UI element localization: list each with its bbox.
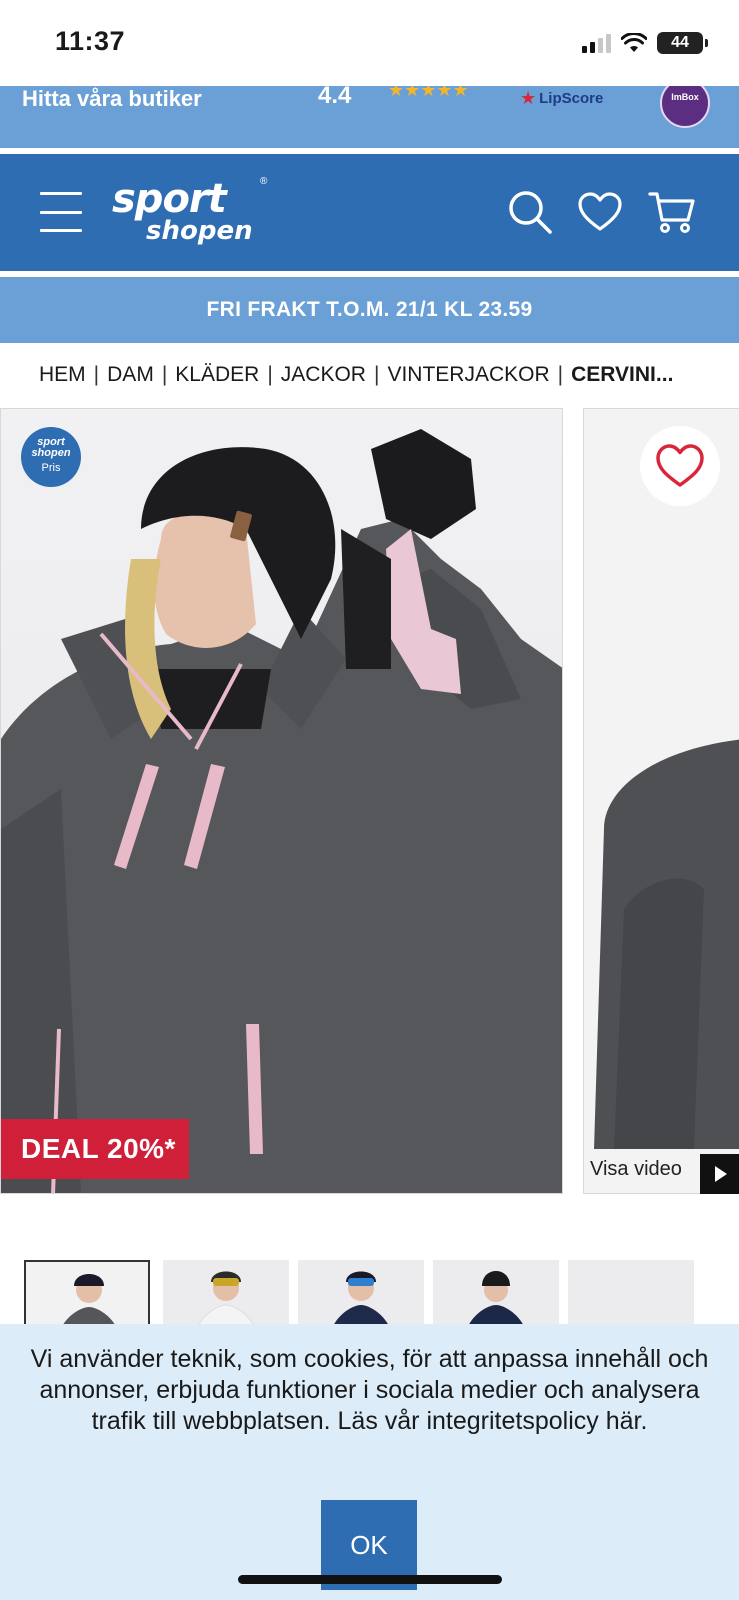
info-bar: Hitta våra butiker 4.4 ★★★★★ ★ LipScore … <box>0 86 739 148</box>
search-icon[interactable] <box>506 188 554 236</box>
thumbnail[interactable] <box>163 1260 289 1326</box>
breadcrumb-item-klader[interactable]: KLÄDER <box>175 363 259 387</box>
lipscore-star-icon: ★ <box>520 88 537 108</box>
find-stores-link[interactable]: Hitta våra butiker <box>22 86 202 112</box>
breadcrumb-separator: | <box>161 363 168 386</box>
shipping-banner-text: FRI FRAKT T.O.M. 21/1 KL 23.59 <box>206 298 533 321</box>
cart-icon[interactable] <box>648 188 696 236</box>
battery-icon: 44 <box>657 32 708 54</box>
logo-text-bottom: shopen <box>146 216 253 246</box>
hamburger-icon[interactable] <box>40 192 82 232</box>
breadcrumb-item-jackor[interactable]: JACKOR <box>281 363 366 387</box>
play-icon[interactable] <box>700 1154 739 1194</box>
thumbnail-image <box>197 1271 255 1326</box>
video-label[interactable]: Visa video <box>590 1158 682 1181</box>
rating-stars: ★★★★★ <box>388 86 469 100</box>
thumbnail[interactable] <box>433 1260 559 1326</box>
breadcrumb-item-dam[interactable]: DAM <box>107 363 154 387</box>
cellular-signal-icon <box>582 33 611 53</box>
deal-badge: DEAL 20%* <box>1 1119 189 1179</box>
status-icons: 44 <box>582 32 708 54</box>
breadcrumb-separator: | <box>557 363 564 386</box>
product-gallery[interactable]: sport shopen Pris DEAL 20%* Visa video <box>0 408 739 1194</box>
site-logo[interactable]: sport ® shopen <box>112 176 272 256</box>
cookie-banner: Vi använder teknik, som cookies, för att… <box>0 1324 739 1600</box>
home-indicator <box>238 1575 502 1584</box>
thumbnail-image <box>62 1274 116 1326</box>
breadcrumb-separator: | <box>267 363 273 386</box>
thumbnail[interactable] <box>568 1260 694 1326</box>
breadcrumb-separator: | <box>93 363 100 386</box>
breadcrumb-item-hem[interactable]: HEM <box>39 363 86 387</box>
thumbnail[interactable] <box>24 1260 150 1326</box>
imbox-award-badge: ImBox <box>660 86 710 128</box>
heart-icon[interactable] <box>576 188 624 236</box>
thumbnail-image <box>468 1271 524 1326</box>
product-image-next[interactable] <box>583 408 739 1194</box>
product-image-main[interactable]: sport shopen Pris DEAL 20%* <box>0 408 563 1194</box>
breadcrumb-separator: | <box>373 363 380 386</box>
status-bar: 11:37 44 <box>0 0 739 86</box>
breadcrumb-current: CERVINI... <box>571 363 674 386</box>
thumbnail-strip <box>24 1260 739 1326</box>
thumbnail[interactable] <box>298 1260 424 1326</box>
rating-value: 4.4 <box>318 86 352 109</box>
product-photo-next <box>594 739 739 1149</box>
shipping-banner: FRI FRAKT T.O.M. 21/1 KL 23.59 <box>0 277 739 343</box>
price-badge-label: Pris <box>41 462 61 474</box>
lipscore-logo[interactable]: ★ LipScore <box>520 88 603 109</box>
price-badge: sport shopen Pris <box>21 427 81 487</box>
status-time: 11:37 <box>55 26 126 56</box>
breadcrumb: HEM | DAM | KLÄDER | JACKOR | VINTERJACK… <box>39 360 673 390</box>
product-photo <box>1 429 562 1193</box>
thumbnail-image <box>333 1271 389 1326</box>
site-header: sport ® shopen <box>0 154 739 271</box>
price-badge-logo: sport shopen <box>31 436 71 459</box>
heart-outline-icon[interactable] <box>640 426 720 506</box>
logo-registered-mark: ® <box>260 176 268 187</box>
breadcrumb-item-vinterjackor[interactable]: VINTERJACKOR <box>387 363 549 387</box>
wifi-icon <box>621 33 647 52</box>
lipscore-label: LipScore <box>539 90 604 107</box>
cookie-banner-text: Vi använder teknik, som cookies, för att… <box>30 1345 709 1435</box>
